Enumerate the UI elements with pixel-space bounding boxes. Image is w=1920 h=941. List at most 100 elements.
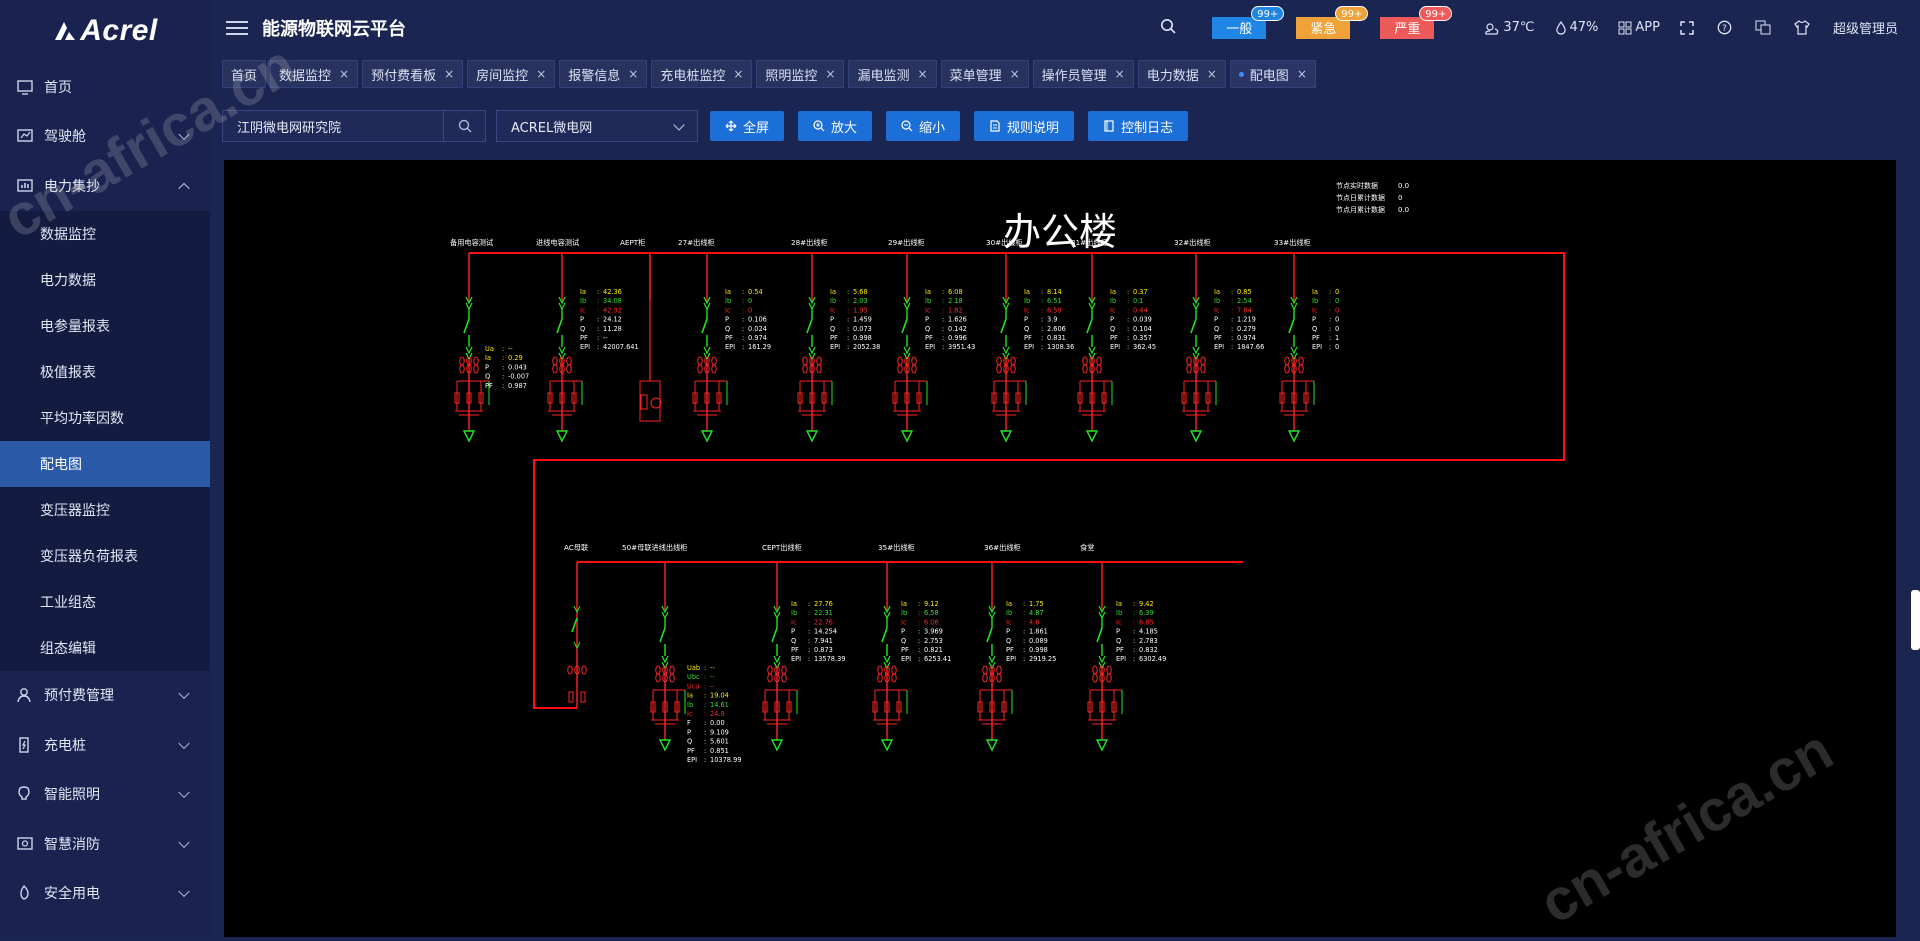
tab-0[interactable]: 首页 xyxy=(222,60,267,88)
app-link[interactable]: APP xyxy=(1618,20,1660,35)
zoom-out-button[interactable]: 缩小 xyxy=(886,111,961,141)
fullscreen-icon[interactable] xyxy=(1680,20,1697,35)
tab-2[interactable]: 预付费看板 × xyxy=(362,60,464,88)
translate-icon[interactable] xyxy=(1755,20,1774,35)
close-icon[interactable]: × xyxy=(339,67,349,81)
sidebar-item-0[interactable]: 首页 xyxy=(0,62,210,112)
feeder-r1-4[interactable] xyxy=(797,253,833,443)
sidebar-item-16[interactable]: 智慧消防 xyxy=(0,819,210,869)
alarm-badge-1[interactable]: 紧急 99+ xyxy=(1296,5,1369,39)
reading-sep: : xyxy=(704,682,706,690)
acrel-logo[interactable]: Acrel xyxy=(0,0,210,62)
close-icon[interactable]: × xyxy=(536,67,546,81)
feeder-r1-6[interactable] xyxy=(991,253,1027,443)
sidebar-item-11[interactable]: 工业组态 xyxy=(0,578,210,625)
tab-bar: 首页 数据监控 × 预付费看板 × 房间监控 × 报警信息 × 充电桩监控 × 照明监控 × 漏电监测 × 菜… xyxy=(222,60,1320,90)
tab-3[interactable]: 房间监控 × xyxy=(467,60,556,88)
sidebar-item-13[interactable]: 预付费管理 xyxy=(0,671,210,721)
reading-label: EPI xyxy=(925,343,935,351)
reading-label: EPI xyxy=(1110,343,1120,351)
rules-button[interactable]: 规则说明 xyxy=(974,111,1075,141)
site-search-button[interactable] xyxy=(444,110,486,142)
reading-sep: : xyxy=(847,316,849,324)
tab-4[interactable]: 报警信息 × xyxy=(559,60,648,88)
feeder-r2-1[interactable] xyxy=(650,562,686,752)
close-icon[interactable]: × xyxy=(1115,67,1125,81)
feeder-r1-2[interactable] xyxy=(639,253,662,422)
feeder-r1-3[interactable] xyxy=(692,253,728,443)
sidebar-item-3[interactable]: 数据监控 xyxy=(0,210,210,257)
fire-icon xyxy=(16,835,34,853)
close-icon[interactable]: × xyxy=(1207,67,1217,81)
close-icon[interactable]: × xyxy=(918,67,928,81)
reading-value: 0.873 xyxy=(814,646,833,654)
reading-label: Ib xyxy=(1006,609,1012,617)
reading-sep: : xyxy=(704,719,706,727)
sidebar-item-7[interactable]: 平均功率因数 xyxy=(0,394,210,441)
close-icon[interactable]: × xyxy=(444,67,454,81)
menu-toggle-icon[interactable] xyxy=(226,17,248,39)
tab-10[interactable]: 电力数据 × xyxy=(1137,60,1226,88)
tab-6[interactable]: 照明监控 × xyxy=(756,60,845,88)
control-log-button[interactable]: 控制日志 xyxy=(1088,111,1189,141)
feeder-r1-5[interactable] xyxy=(892,253,928,443)
feeder-name: 35#出线柜 xyxy=(878,543,915,552)
tab-1[interactable]: 数据监控 × xyxy=(270,60,359,88)
reading-sep: : xyxy=(1023,628,1025,636)
zoom-in-button[interactable]: 放大 xyxy=(798,111,873,141)
sidebar-item-14[interactable]: 充电桩 xyxy=(0,720,210,770)
close-icon[interactable]: × xyxy=(628,67,638,81)
feeder-r1-7[interactable] xyxy=(1077,253,1113,443)
sidebar-item-12[interactable]: 组态编辑 xyxy=(0,624,210,671)
tab-5[interactable]: 充电桩监控 × xyxy=(651,60,753,88)
sidebar-item-6[interactable]: 极值报表 xyxy=(0,348,210,395)
tab-11[interactable]: 配电图 × xyxy=(1229,60,1316,88)
reading-label: Ubc xyxy=(687,673,700,681)
diagram-stat-value: 0.0 xyxy=(1398,182,1409,190)
alarm-badge-2[interactable]: 严重 99+ xyxy=(1380,5,1453,39)
reading-label: PF xyxy=(1006,646,1014,654)
close-icon[interactable]: × xyxy=(1010,67,1020,81)
fullscreen-button[interactable]: 全屏 xyxy=(710,111,785,141)
network-select[interactable]: ACREL微电网 xyxy=(496,110,698,142)
reading-value: 0.279 xyxy=(1237,325,1256,333)
sidebar-item-5[interactable]: 电参量报表 xyxy=(0,302,210,349)
reading-value: 0 xyxy=(1335,306,1339,314)
shield-icon xyxy=(16,884,34,902)
sidebar-item-17[interactable]: 安全用电 xyxy=(0,869,210,919)
reading-label: PF xyxy=(1214,334,1222,342)
search-icon[interactable] xyxy=(1160,18,1176,38)
feeder-r1-1[interactable] xyxy=(547,253,583,443)
reading-label: Ib xyxy=(901,609,907,617)
scrollbar-handle[interactable] xyxy=(1911,590,1920,650)
tab-9[interactable]: 操作员管理 × xyxy=(1032,60,1134,88)
user-menu[interactable]: 超级管理员 xyxy=(1833,18,1898,37)
feeder-r2-0[interactable] xyxy=(567,562,587,708)
sidebar-item-label: 极值报表 xyxy=(40,364,96,381)
feeder-r1-0[interactable] xyxy=(454,253,490,443)
feeder-r1-9[interactable] xyxy=(1279,253,1315,443)
close-icon[interactable]: × xyxy=(733,67,743,81)
alarm-badge-0[interactable]: 一般 99+ xyxy=(1212,5,1285,39)
sidebar-item-1[interactable]: 驾驶舱 xyxy=(0,112,210,162)
tab-7[interactable]: 漏电监测 × xyxy=(848,60,937,88)
sidebar-item-label: 工业组态 xyxy=(40,594,96,611)
tab-8[interactable]: 菜单管理 × xyxy=(940,60,1029,88)
sidebar-item-10[interactable]: 变压器负荷报表 xyxy=(0,532,210,579)
reading-label: Q xyxy=(925,325,930,333)
chart-icon xyxy=(16,177,34,195)
help-icon[interactable]: ? xyxy=(1717,20,1735,35)
close-icon[interactable]: × xyxy=(1297,67,1307,81)
sidebar-item-2[interactable]: 电力集抄 xyxy=(0,161,210,211)
sidebar-item-15[interactable]: 智能照明 xyxy=(0,770,210,820)
reading-label: P xyxy=(901,628,905,636)
reading-value: 34.08 xyxy=(603,297,622,305)
site-search-input[interactable] xyxy=(222,110,444,142)
theme-shirt-icon[interactable] xyxy=(1794,20,1813,35)
sidebar-item-8[interactable]: 配电图 xyxy=(0,440,210,487)
close-icon[interactable]: × xyxy=(825,67,835,81)
sidebar-item-4[interactable]: 电力数据 xyxy=(0,256,210,303)
feeder-r1-8[interactable] xyxy=(1181,253,1217,443)
sidebar-item-9[interactable]: 变压器监控 xyxy=(0,486,210,533)
reading-value: 1.82 xyxy=(948,306,963,314)
